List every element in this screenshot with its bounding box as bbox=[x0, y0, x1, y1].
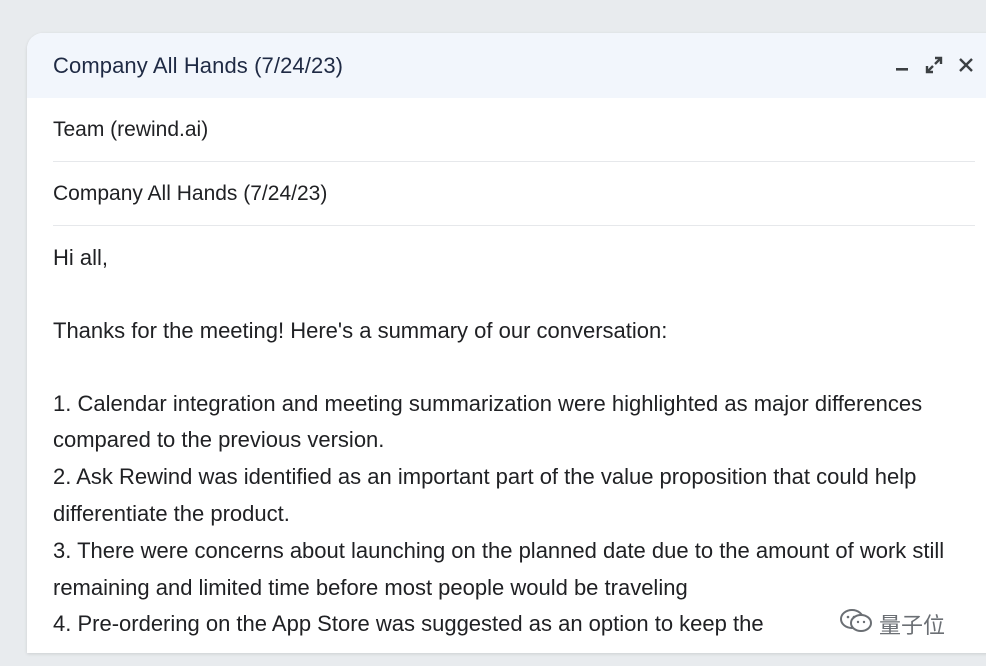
summary-list: 1. Calendar integration and meeting summ… bbox=[53, 386, 973, 644]
intro-line: Thanks for the meeting! Here's a summary… bbox=[53, 317, 668, 343]
compose-header: Company All Hands (7/24/23) bbox=[27, 33, 986, 98]
wechat-icon bbox=[839, 608, 873, 640]
to-recipient: Team (rewind.ai) bbox=[53, 117, 209, 141]
subject-value: Company All Hands (7/24/23) bbox=[53, 181, 328, 205]
minimize-icon[interactable] bbox=[891, 51, 913, 79]
watermark-text: 量子位 bbox=[879, 613, 946, 638]
compose-title: Company All Hands (7/24/23) bbox=[53, 52, 344, 78]
expand-icon[interactable] bbox=[923, 51, 945, 79]
compose-window: Company All Hands (7/24/23) Team (rewind… bbox=[27, 33, 986, 653]
to-field[interactable]: Team (rewind.ai) bbox=[53, 98, 975, 162]
watermark: 量子位 bbox=[835, 606, 950, 642]
window-controls bbox=[891, 51, 977, 79]
list-item: 1. Calendar integration and meeting summ… bbox=[53, 390, 923, 453]
list-item: 3. There were concerns about launching o… bbox=[53, 537, 945, 600]
message-body[interactable]: Hi all, Thanks for the meeting! Here's a… bbox=[53, 240, 973, 643]
subject-field[interactable]: Company All Hands (7/24/23) bbox=[53, 162, 975, 226]
greeting-line: Hi all, bbox=[53, 245, 109, 270]
close-icon[interactable] bbox=[955, 51, 977, 79]
list-item: 2. Ask Rewind was identified as an impor… bbox=[53, 464, 917, 526]
